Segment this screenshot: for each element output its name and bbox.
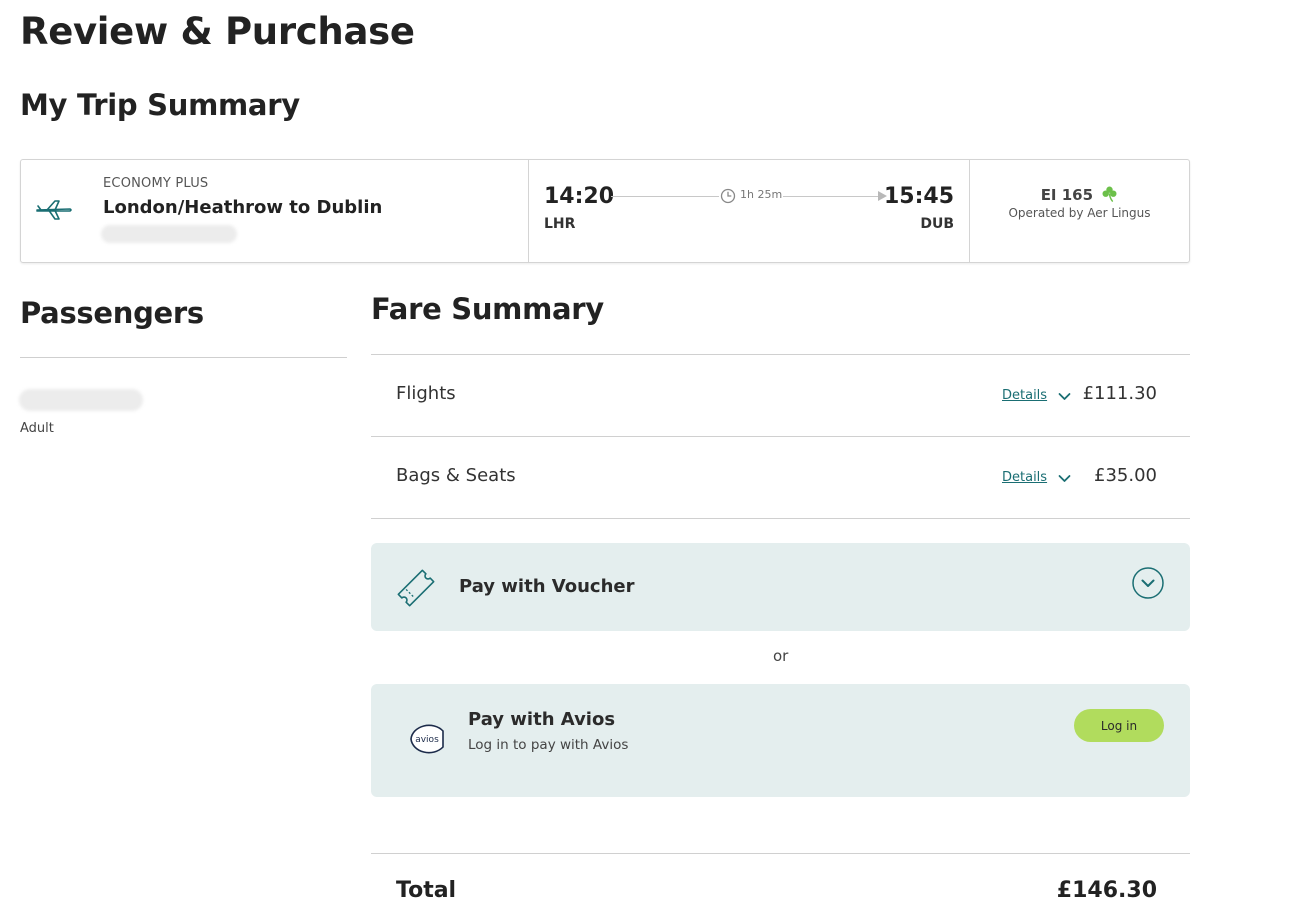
flights-price: £111.30 xyxy=(1082,383,1157,404)
fare-summary-title: Fare Summary xyxy=(371,292,604,326)
departure-airport-code: LHR xyxy=(544,216,576,232)
pay-with-voucher-panel[interactable]: Pay with Voucher xyxy=(371,543,1190,631)
divider xyxy=(20,357,347,358)
flight-card: ECONOMY PLUS London/Heathrow to Dublin 1… xyxy=(20,159,1190,263)
flight-number: EI 165 xyxy=(970,185,1189,204)
total-price: £146.30 xyxy=(1056,878,1157,903)
cabin-class: ECONOMY PLUS xyxy=(103,176,209,191)
avios-logo: avios xyxy=(410,724,444,754)
shamrock-icon xyxy=(1102,186,1117,202)
voucher-ticket-icon xyxy=(397,569,435,607)
operated-by: Operated by Aer Lingus xyxy=(1008,206,1151,220)
chevron-down-circle-icon[interactable] xyxy=(1132,567,1164,599)
chevron-down-icon[interactable] xyxy=(1058,474,1071,483)
pay-with-avios-subtitle: Log in to pay with Avios xyxy=(468,737,629,753)
or-separator: or xyxy=(773,647,789,665)
total-label: Total xyxy=(396,878,457,903)
avios-login-button[interactable]: Log in xyxy=(1074,709,1164,742)
divider xyxy=(371,518,1190,519)
pay-with-voucher-label: Pay with Voucher xyxy=(459,576,635,597)
plane-icon xyxy=(36,200,72,220)
page-title: Review & Purchase xyxy=(20,10,415,53)
clock-icon xyxy=(720,188,736,204)
bags-seats-price: £35.00 xyxy=(1094,465,1157,486)
trip-summary-title: My Trip Summary xyxy=(20,88,300,122)
bags-seats-details-link[interactable]: Details xyxy=(1002,470,1047,485)
departure-time: 14:20 xyxy=(544,184,615,209)
flight-duration: 1h 25m xyxy=(740,188,783,201)
redacted-flight-date xyxy=(101,225,237,243)
flight-info-section: EI 165 Operated by Aer Lingus xyxy=(970,160,1189,262)
timeline-line xyxy=(611,196,719,197)
flight-number-text: EI 165 xyxy=(1040,186,1094,204)
pay-with-avios-title: Pay with Avios xyxy=(468,709,616,730)
fare-row-label-bags-seats: Bags & Seats xyxy=(396,465,516,486)
divider xyxy=(371,354,1190,355)
pay-with-avios-panel: avios Pay with Avios Log in to pay with … xyxy=(371,684,1190,797)
divider xyxy=(371,853,1190,854)
avios-logo-text: avios xyxy=(415,735,439,745)
flight-times-section: 14:20 LHR 1h 25m 15:45 DUB xyxy=(529,160,970,262)
passengers-title: Passengers xyxy=(20,296,204,330)
divider xyxy=(371,436,1190,437)
route-title: London/Heathrow to Dublin xyxy=(103,197,383,218)
passenger-type: Adult xyxy=(20,421,54,436)
redacted-passenger-name xyxy=(19,389,143,411)
arrival-time: 15:45 xyxy=(883,184,954,209)
arrival-airport-code: DUB xyxy=(920,216,954,232)
flight-route-section: ECONOMY PLUS London/Heathrow to Dublin xyxy=(21,160,529,262)
chevron-down-icon[interactable] xyxy=(1058,392,1071,401)
timeline-line xyxy=(783,196,878,197)
fare-row-label-flights: Flights xyxy=(396,383,456,404)
flights-details-link[interactable]: Details xyxy=(1002,388,1047,403)
